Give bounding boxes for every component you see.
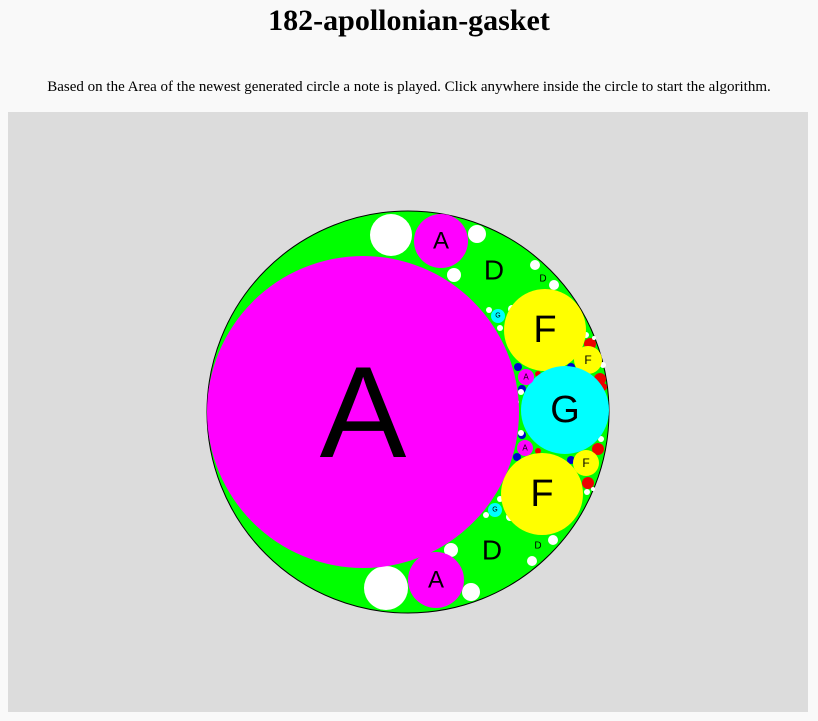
note-circle-a: A [414, 214, 468, 268]
note-circle-a: A [518, 369, 534, 385]
unlabeled-circle [483, 512, 489, 518]
note-label: F [582, 456, 589, 470]
unlabeled-circle [468, 225, 486, 243]
note-circle-d: D [534, 541, 541, 552]
note-label: A [428, 567, 444, 594]
note-label: F [530, 473, 553, 515]
unlabeled-circle [518, 389, 524, 395]
unlabeled-circle [486, 307, 492, 313]
note-label: A [522, 444, 528, 453]
note-circle-f: F [573, 450, 599, 476]
unlabeled-circle [514, 363, 522, 371]
unlabeled-circle [592, 336, 596, 340]
note-circle-g: G [491, 309, 505, 323]
gasket-canvas[interactable]: AAADDDDFFFFGGGAA [8, 112, 808, 712]
note-circle-f: F [501, 453, 583, 535]
unlabeled-circle [447, 268, 461, 282]
note-label: A [320, 339, 407, 485]
unlabeled-circle [530, 260, 540, 270]
gasket-svg[interactable]: AAADDDDFFFFGGGAA [8, 112, 808, 712]
unlabeled-circle [364, 566, 408, 610]
unlabeled-circle [527, 556, 537, 566]
note-circle-a: A [517, 440, 533, 456]
note-label: D [484, 255, 504, 286]
note-label: G [550, 389, 580, 431]
note-circle-a: A [207, 256, 519, 568]
note-circle-d: D [482, 535, 502, 566]
note-circle-g: G [488, 503, 502, 517]
unlabeled-circle [518, 430, 524, 436]
page-description: Based on the Area of the newest generate… [47, 79, 771, 95]
note-circle-d: D [484, 255, 504, 286]
note-circle-d: D [539, 274, 546, 285]
unlabeled-circle [549, 280, 559, 290]
note-label: F [584, 353, 591, 367]
unlabeled-circle [591, 487, 595, 491]
note-label: G [492, 507, 497, 514]
page-title: 182-apollonian-gasket [268, 4, 550, 37]
unlabeled-circle [584, 489, 590, 495]
note-circle-g: G [521, 366, 609, 454]
unlabeled-circle [497, 325, 503, 331]
note-label: F [533, 309, 556, 351]
note-circle-a: A [408, 552, 464, 608]
unlabeled-circle [548, 535, 558, 545]
note-label: A [433, 228, 449, 255]
note-label: D [534, 541, 541, 552]
note-circle-f: F [504, 289, 586, 371]
unlabeled-circle [462, 583, 480, 601]
note-label: D [539, 274, 546, 285]
note-label: G [495, 313, 500, 320]
note-label: D [482, 535, 502, 566]
unlabeled-circle [370, 214, 412, 256]
note-label: A [523, 373, 529, 382]
